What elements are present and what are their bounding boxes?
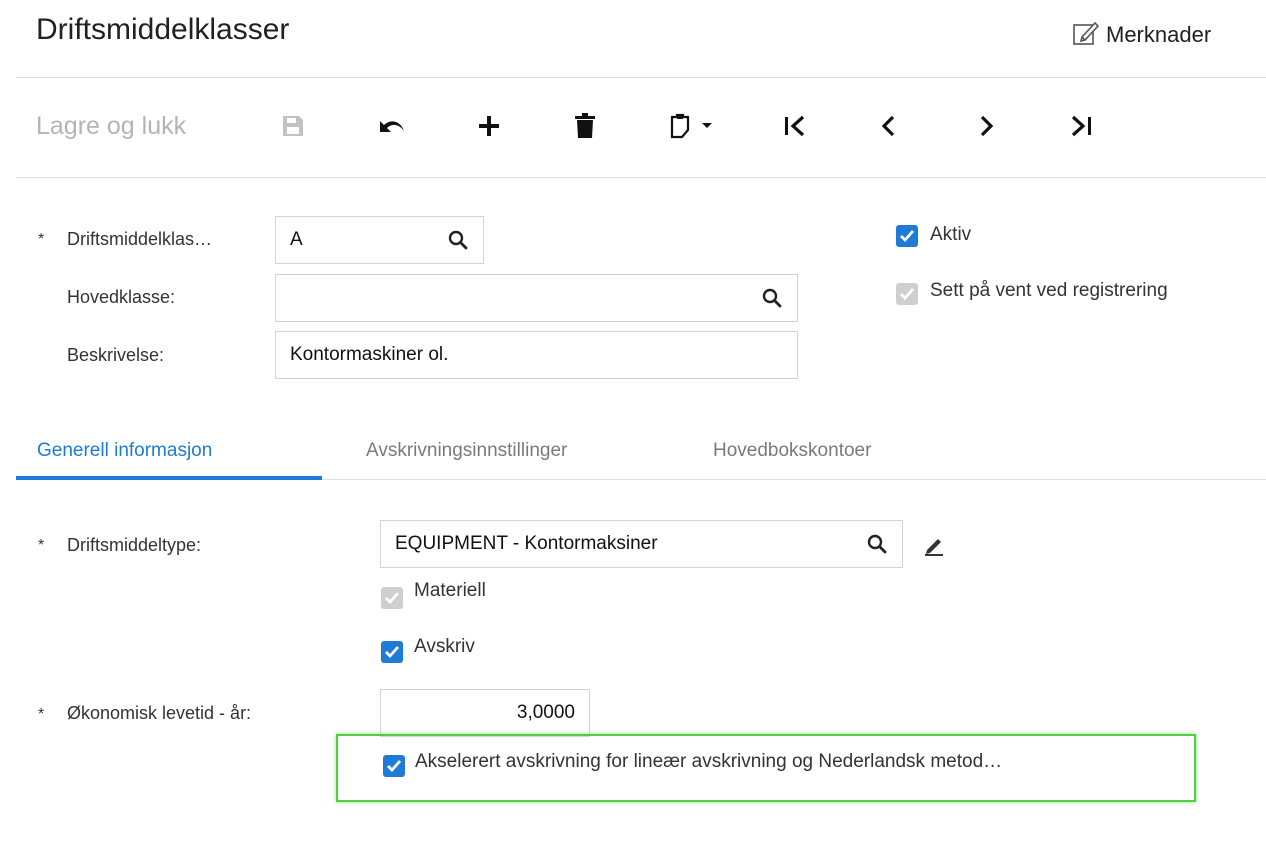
asset-type-field[interactable]: EQUIPMENT - Kontormaksiner [380,520,903,568]
clipboard-icon [670,113,690,139]
accelerated-depreciation-checkbox[interactable] [383,755,405,777]
undo-button[interactable] [375,100,409,152]
accelerated-depreciation-label: Akselerert avskrivning for lineær avskri… [415,751,1003,772]
add-icon [479,116,499,136]
previous-icon [881,115,895,137]
toolbar: Lagre og lukk [0,100,1266,152]
check-icon [385,646,400,659]
description-field[interactable]: Kontormaskiner ol. [275,331,798,379]
header-divider [16,77,1266,78]
check-icon [900,230,915,243]
search-icon[interactable] [447,229,469,251]
next-icon [980,115,994,137]
save-icon [283,116,303,136]
last-record-button[interactable] [1066,100,1096,152]
required-marker: * [38,231,45,248]
description-label: Beskrivelse: [67,345,165,365]
class-id-field[interactable]: A [275,216,484,264]
first-record-button[interactable] [780,100,810,152]
required-marker: * [38,706,45,723]
hold-on-entry-label: Sett på vent ved registrering [930,280,1168,301]
clipboard-menu-button[interactable] [666,100,716,152]
search-icon[interactable] [866,533,888,555]
first-record-icon [785,115,805,137]
class-id-value: A [290,229,303,250]
parent-class-field[interactable] [275,274,798,322]
notes-button[interactable]: Merknader [1072,20,1211,50]
save-button[interactable] [276,100,310,152]
active-tab-indicator [16,476,322,480]
active-checkbox[interactable] [896,225,918,247]
tangible-checkbox [381,587,403,609]
parent-class-label: Hovedklasse: [67,287,176,307]
description-value: Kontormaskiner ol. [290,344,449,365]
edit-note-icon [1072,20,1100,51]
tangible-label: Materiell [414,580,486,601]
class-id-label: Driftsmiddelklas… [67,229,213,249]
useful-life-field[interactable]: 3,0000 [380,689,590,737]
chevron-down-icon [702,123,712,128]
useful-life-label: Økonomisk levetid - år: [67,703,252,723]
toolbar-divider [16,177,1266,178]
delete-button[interactable] [570,100,600,152]
depreciate-checkbox[interactable] [381,641,403,663]
check-icon [387,760,402,773]
check-icon [385,592,400,605]
hold-on-entry-checkbox [896,283,918,305]
notes-label: Merknader [1106,22,1212,47]
required-marker: * [38,537,45,554]
asset-type-label: Driftsmiddeltype: [67,535,202,555]
active-label: Aktiv [930,224,972,245]
asset-type-value: EQUIPMENT - Kontormaksiner [395,533,658,554]
depreciate-label: Avskriv [414,636,475,657]
save-and-close-button[interactable]: Lagre og lukk [36,100,186,152]
useful-life-value: 3,0000 [516,702,575,723]
next-record-button[interactable] [975,100,999,152]
undo-icon [380,121,404,132]
page-title: Driftsmiddelklasser [36,13,290,46]
previous-record-button[interactable] [876,100,900,152]
tab-general-info[interactable]: Generell informasjon [37,437,212,465]
last-record-icon [1071,115,1091,137]
delete-icon [575,113,595,138]
search-icon[interactable] [761,287,783,309]
add-button[interactable] [474,100,504,152]
tab-depreciation-settings[interactable]: Avskrivningsinnstillinger [366,437,567,465]
check-icon [900,288,915,301]
edit-pencil-icon[interactable] [922,533,946,557]
tab-gl-accounts[interactable]: Hovedbokskontoer [713,437,871,465]
